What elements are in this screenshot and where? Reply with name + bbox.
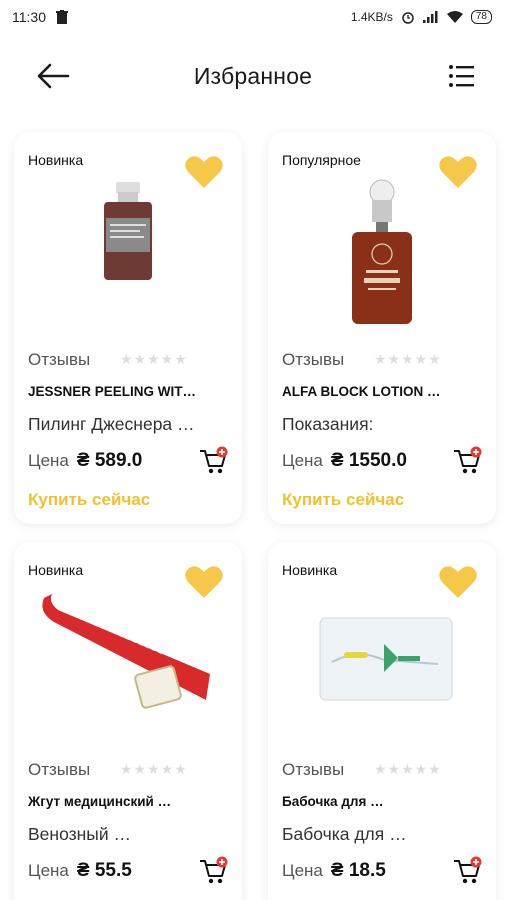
- buy-now-link[interactable]: Купить сейчас: [28, 490, 150, 510]
- product-tag: Новинка: [28, 562, 84, 578]
- price-row: Цена ₴ 589.0: [28, 450, 142, 472]
- product-name[interactable]: Бабочка для …: [282, 794, 482, 809]
- price-row: Цена ₴ 55.5: [28, 860, 132, 882]
- product-price: ₴ 1550.0: [330, 450, 407, 471]
- list-menu-icon[interactable]: [448, 64, 474, 88]
- trash-icon: [56, 10, 68, 24]
- price-label: Цена: [282, 451, 323, 470]
- price-row: Цена ₴ 1550.0: [282, 450, 407, 472]
- product-image: [352, 179, 412, 324]
- reviews-label: Отзывы: [282, 350, 345, 369]
- product-image: [104, 182, 152, 280]
- reviews-label: Отзывы: [28, 350, 91, 369]
- signal-icon: [422, 11, 438, 23]
- product-description: Пилинг Джеснера …: [28, 414, 195, 434]
- price-row: Цена ₴ 18.5: [282, 860, 386, 882]
- add-to-cart-icon[interactable]: [452, 856, 482, 884]
- status-left: 11:30: [12, 9, 68, 25]
- buy-now-link[interactable]: Купить сейчас: [282, 490, 404, 510]
- product-image: [319, 617, 453, 701]
- rating-stars: ★★★★★: [120, 351, 188, 367]
- price-label: Цена: [282, 861, 323, 880]
- price-label: Цена: [28, 451, 69, 470]
- product-tag: Новинка: [282, 562, 338, 578]
- product-image: [42, 594, 211, 709]
- product-card[interactable]: Новинка Отзывы ★★★★★ JESSNER PEELING WIT…: [14, 132, 242, 524]
- product-price: ₴ 55.5: [76, 860, 132, 881]
- favorites-grid: Новинка Отзывы ★★★★★ JESSNER PEELING WIT…: [14, 132, 500, 900]
- page-title: Избранное: [193, 62, 313, 89]
- status-bar: 11:30 1.4KB/s 78: [0, 0, 506, 34]
- price-label: Цена: [28, 861, 69, 880]
- add-to-cart-icon[interactable]: [452, 446, 482, 474]
- product-description: Бабочка для …: [282, 824, 407, 844]
- product-name[interactable]: Жгут медицинский …: [28, 794, 228, 809]
- product-name[interactable]: ALFA BLOCK LOTION …: [282, 384, 482, 399]
- reviews-label: Отзывы: [28, 760, 91, 779]
- product-card[interactable]: Популярное Отзывы ★★★★★ ALFA BLOCK LOTIO…: [268, 132, 496, 524]
- rating-stars: ★★★★★: [374, 761, 442, 777]
- product-card[interactable]: Новинка Отзывы ★★★★★ Бабочка для … Бабоч…: [268, 542, 496, 900]
- app-header: Избранное: [0, 40, 506, 112]
- product-description: Показания:: [282, 414, 374, 434]
- rating-stars: ★★★★★: [120, 761, 188, 777]
- add-to-cart-icon[interactable]: [198, 856, 228, 884]
- rating-stars: ★★★★★: [374, 351, 442, 367]
- product-price: ₴ 589.0: [76, 450, 143, 471]
- product-name[interactable]: JESSNER PEELING WIT…: [28, 384, 228, 399]
- product-tag: Популярное: [282, 152, 361, 168]
- wifi-icon: [446, 11, 463, 23]
- product-description: Венозный …: [28, 824, 132, 844]
- alarm-icon: [402, 12, 414, 24]
- product-card[interactable]: Новинка Отзывы ★★★★★ Жгут медицинский … …: [14, 542, 242, 900]
- reviews-label: Отзывы: [282, 760, 345, 779]
- status-right: 1.4KB/s 78: [351, 10, 492, 24]
- status-time: 11:30: [12, 9, 46, 25]
- battery-indicator: 78: [470, 10, 492, 24]
- product-tag: Новинка: [28, 152, 84, 168]
- product-price: ₴ 18.5: [330, 860, 386, 881]
- back-arrow-icon[interactable]: [36, 62, 70, 90]
- add-to-cart-icon[interactable]: [198, 446, 228, 474]
- network-speed: 1.4KB/s: [350, 10, 393, 24]
